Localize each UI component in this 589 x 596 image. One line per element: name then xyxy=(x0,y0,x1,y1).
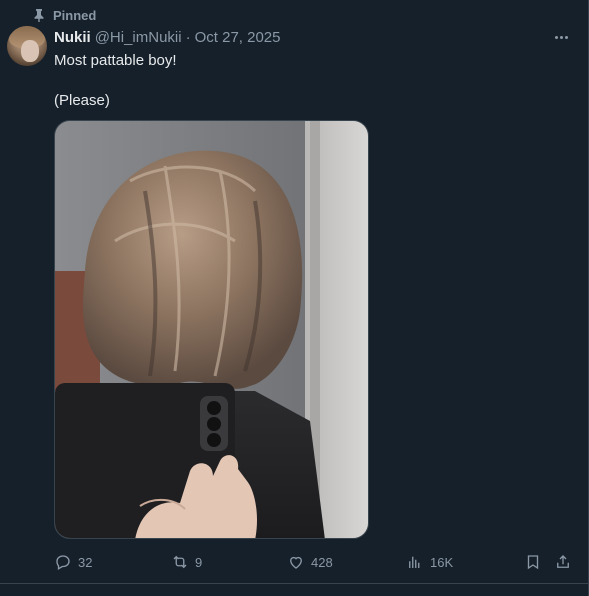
reply-icon xyxy=(56,555,70,570)
action-bar: 32 9 428 16K xyxy=(54,551,574,573)
pinned-post[interactable]: Pinned Nukii @Hi_imNukii · Oct 27, 2025 … xyxy=(0,0,589,596)
post-date[interactable]: Oct 27, 2025 xyxy=(195,29,281,46)
share-icon xyxy=(557,555,569,568)
retweet-count: 9 xyxy=(195,554,203,570)
bookmark-icon xyxy=(527,555,539,570)
like-count: 428 xyxy=(311,554,333,570)
views-button[interactable]: 16K xyxy=(406,551,453,573)
pinned-indicator: Pinned xyxy=(33,7,96,23)
pinned-label: Pinned xyxy=(53,7,97,23)
post-header: Nukii @Hi_imNukii · Oct 27, 2025 xyxy=(54,28,281,46)
tweet-text: Most pattable boy! (Please) xyxy=(54,51,177,111)
tweet-line: (Please) xyxy=(54,92,110,109)
photo-illustration xyxy=(55,121,368,538)
avatar[interactable] xyxy=(7,26,47,66)
retweet-icon xyxy=(173,555,187,569)
like-button[interactable]: 428 xyxy=(287,551,333,573)
reply-count: 32 xyxy=(78,554,93,570)
author-name[interactable]: Nukii xyxy=(54,29,91,46)
post-divider xyxy=(0,583,589,584)
more-icon xyxy=(554,35,558,39)
heart-icon xyxy=(290,556,302,569)
views-icon xyxy=(409,556,420,568)
bookmark-button[interactable] xyxy=(524,551,542,573)
tweet-line: Most pattable boy! xyxy=(54,52,177,69)
retweet-button[interactable]: 9 xyxy=(171,551,202,573)
more-options-button[interactable] xyxy=(551,28,571,46)
pin-icon xyxy=(34,8,44,22)
tweet-line xyxy=(54,71,177,91)
reply-button[interactable]: 32 xyxy=(54,551,92,573)
share-button[interactable] xyxy=(554,551,572,573)
post-image[interactable] xyxy=(54,120,369,539)
author-handle[interactable]: @Hi_imNukii xyxy=(95,29,182,46)
views-count: 16K xyxy=(430,554,454,570)
separator-dot: · xyxy=(185,28,191,46)
